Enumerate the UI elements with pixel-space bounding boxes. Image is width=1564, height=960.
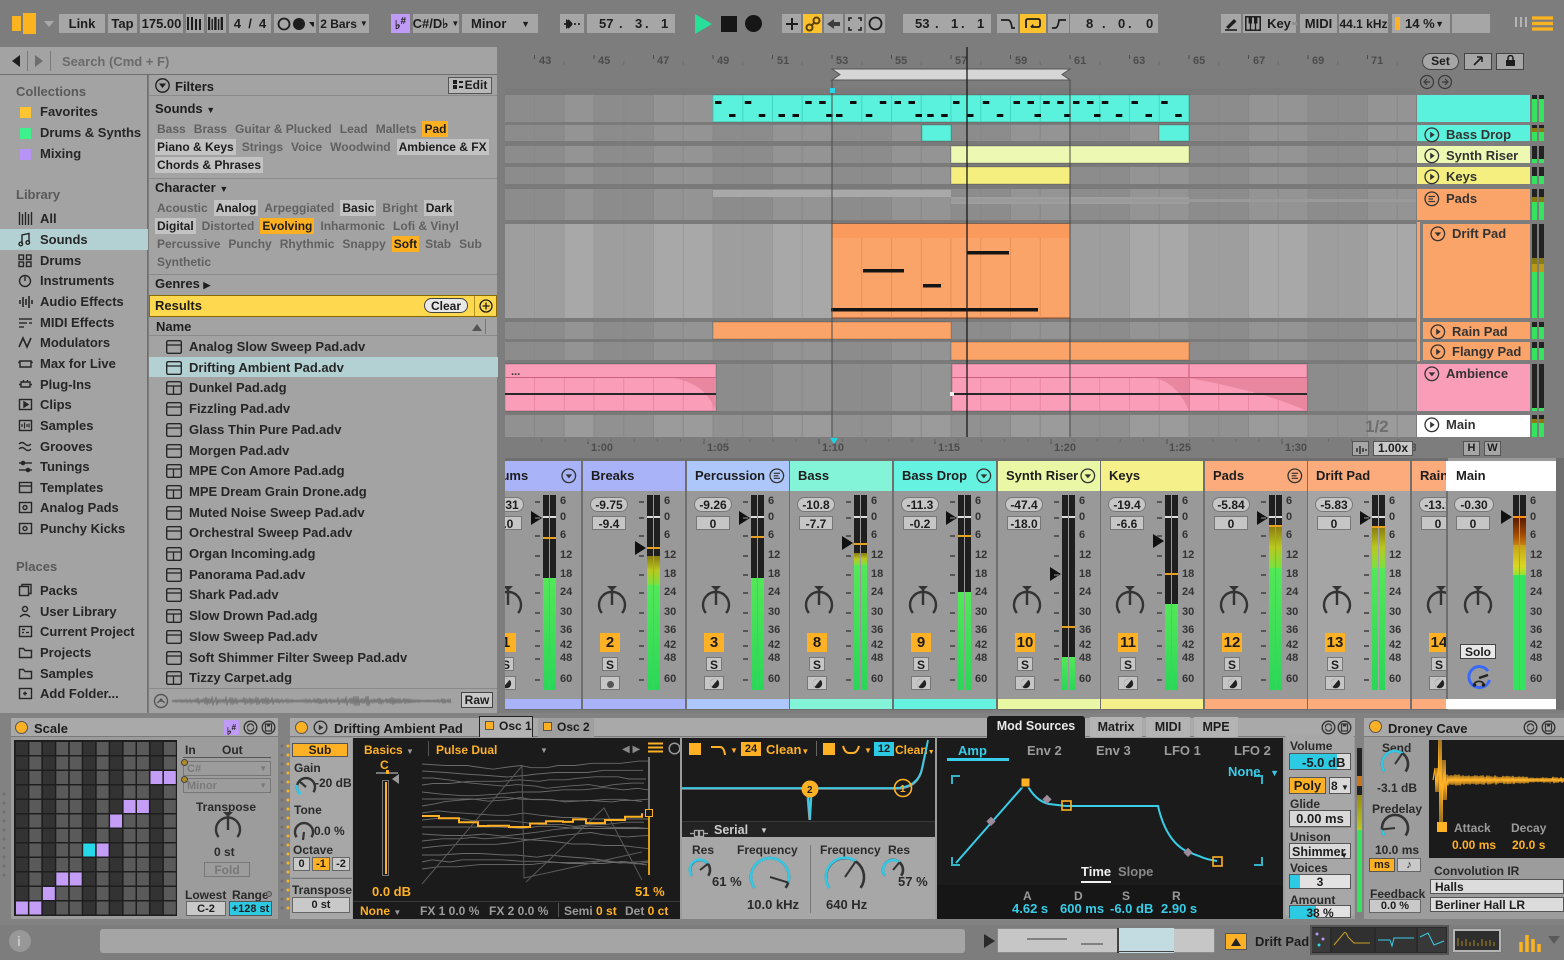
svg-text:0.00 ms: 0.00 ms	[1452, 838, 1496, 852]
svg-text:1:10: 1:10	[822, 442, 844, 454]
svg-text:59: 59	[1015, 55, 1027, 67]
svg-text:45: 45	[598, 55, 610, 67]
svg-text:20.0 s: 20.0 s	[1512, 838, 1546, 852]
svg-text:51: 51	[777, 55, 789, 67]
svg-text:55: 55	[895, 55, 907, 67]
svg-text:Attack: Attack	[1454, 821, 1491, 835]
svg-text:69: 69	[1312, 55, 1324, 67]
svg-text:47: 47	[657, 55, 669, 67]
svg-text:1:30: 1:30	[1285, 442, 1307, 454]
svg-text:57: 57	[955, 55, 967, 67]
svg-text:1:25: 1:25	[1169, 442, 1191, 454]
svg-text:53: 53	[836, 55, 848, 67]
svg-text:67: 67	[1253, 55, 1265, 67]
svg-text:63: 63	[1133, 55, 1145, 67]
svg-text:71: 71	[1371, 55, 1383, 67]
svg-text:1:20: 1:20	[1054, 442, 1076, 454]
svg-text:...: ...	[511, 366, 520, 378]
svg-text:65: 65	[1193, 55, 1205, 67]
svg-text:2: 2	[807, 785, 813, 796]
svg-text:1: 1	[900, 784, 906, 795]
svg-text:43: 43	[539, 55, 551, 67]
svg-text:Decay: Decay	[1511, 821, 1547, 835]
svg-text:1:00: 1:00	[591, 442, 613, 454]
svg-text:61: 61	[1074, 55, 1086, 67]
svg-text:1:05: 1:05	[707, 442, 729, 454]
svg-text:1/2: 1/2	[1365, 417, 1389, 436]
svg-text:49: 49	[717, 55, 729, 67]
svg-text:1:15: 1:15	[938, 442, 960, 454]
